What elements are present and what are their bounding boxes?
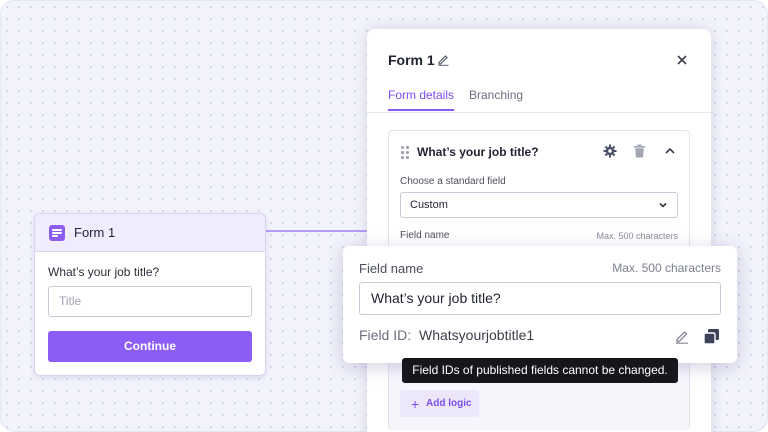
drag-handle-icon[interactable] [401, 146, 409, 159]
pencil-icon[interactable] [437, 53, 450, 66]
plus-icon: + [411, 396, 420, 412]
field-name-input[interactable]: What’s your job title? [359, 282, 721, 315]
tab-branching[interactable]: Branching [469, 88, 523, 102]
form-icon [49, 224, 65, 241]
field-name-label: Field name [400, 230, 450, 241]
panel-title: Form 1 [388, 52, 435, 68]
connector-line [265, 230, 370, 232]
tab-form-details[interactable]: Form details [388, 88, 454, 102]
gear-icon[interactable] [603, 144, 617, 158]
form-preview-title: Form 1 [74, 225, 116, 240]
panel-divider [367, 112, 711, 113]
field-id-label: Field ID: [359, 327, 412, 343]
zoom-field-name-label: Field name [359, 261, 424, 276]
form-preview-title-input[interactable]: Title [48, 286, 252, 317]
field-name-max: Max. 500 characters [596, 231, 678, 241]
chevron-up-icon[interactable] [664, 145, 676, 157]
add-logic-label: Add logic [426, 398, 472, 409]
form-preview-question: What’s your job title? [48, 265, 160, 279]
continue-button[interactable]: Continue [48, 331, 252, 362]
form-preview-card[interactable]: Form 1 What’s your job title? Title Cont… [34, 213, 266, 376]
close-icon[interactable] [675, 53, 689, 67]
zoom-field-name-max: Max. 500 characters [612, 261, 721, 275]
active-tab-indicator [388, 109, 454, 111]
field-id-tooltip: Field IDs of published fields cannot be … [402, 358, 678, 383]
add-logic-button[interactable]: + Add logic [400, 390, 479, 417]
field-question: What’s your job title? [417, 145, 539, 159]
pencil-icon[interactable] [674, 328, 690, 344]
trash-icon[interactable] [633, 144, 646, 158]
field-id-value: Whatsyourjobtitle1 [419, 327, 535, 343]
standard-field-select[interactable]: Custom [400, 192, 678, 218]
form-preview-header: Form 1 [35, 214, 265, 252]
chevron-down-icon [659, 202, 667, 208]
standard-field-label: Choose a standard field [400, 176, 506, 187]
standard-field-value: Custom [410, 199, 448, 211]
field-name-zoom-card: Field name Max. 500 characters What’s yo… [343, 246, 737, 363]
copy-icon[interactable] [703, 328, 720, 345]
